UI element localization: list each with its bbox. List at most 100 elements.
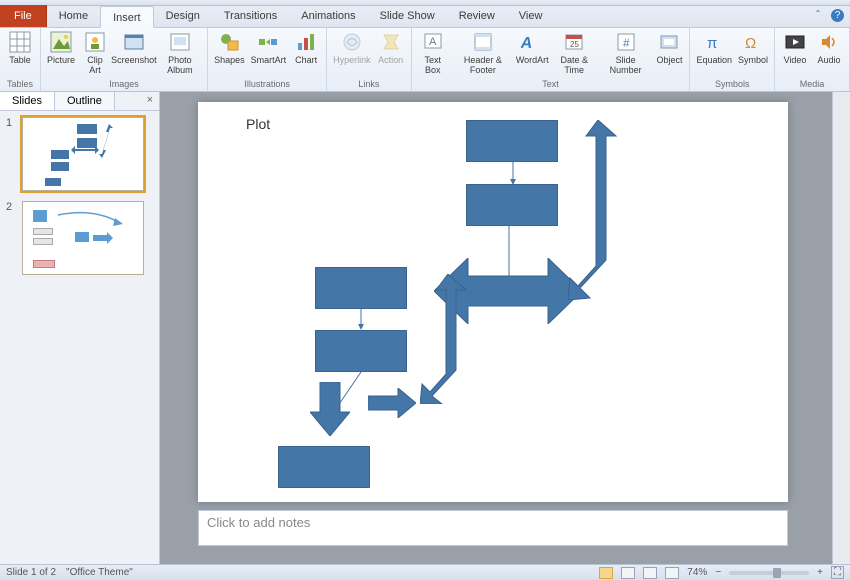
shape-bent-arrow[interactable]	[420, 274, 476, 404]
tab-insert[interactable]: Insert	[100, 6, 154, 28]
tab-home[interactable]: Home	[47, 5, 100, 27]
video-button[interactable]: Video	[781, 30, 809, 65]
ribbon-label: Action	[378, 55, 403, 65]
tab-view[interactable]: View	[507, 5, 555, 27]
smartart-icon	[256, 30, 280, 54]
connector-line[interactable]	[510, 162, 516, 186]
ribbon-label: Header & Footer	[454, 55, 512, 75]
object-button[interactable]: Object	[655, 30, 683, 65]
textbox-icon: A	[421, 30, 445, 54]
group-label: Tables	[6, 79, 34, 90]
shapes-icon	[217, 30, 241, 54]
minimize-ribbon-icon[interactable]: ˆ	[811, 8, 825, 22]
ribbon-label: Table	[9, 55, 31, 65]
screenshot-button[interactable]: Screenshot	[115, 30, 153, 65]
group-tables: Table Tables	[0, 28, 41, 91]
panel-tab-slides[interactable]: Slides	[0, 92, 55, 110]
group-illustrations: Shapes SmartArt Chart Illustrations	[208, 28, 327, 91]
slide-thumbnail-2[interactable]	[22, 201, 144, 275]
symbol-icon: Ω	[741, 30, 765, 54]
tab-review[interactable]: Review	[447, 5, 507, 27]
shape-rect[interactable]	[315, 267, 407, 309]
ribbon: Table Tables Picture Clip Art Screenshot…	[0, 28, 850, 92]
shape-rect[interactable]	[315, 330, 407, 372]
ribbon-tabs: File Home Insert Design Transitions Anim…	[0, 6, 850, 28]
notes-pane[interactable]: Click to add notes	[198, 510, 788, 546]
hyperlink-icon	[340, 30, 364, 54]
wordart-button[interactable]: AWordArt	[518, 30, 547, 65]
shape-rect[interactable]	[466, 184, 558, 226]
panel-tab-outline[interactable]: Outline	[55, 92, 115, 110]
ribbon-label: SmartArt	[251, 55, 287, 65]
shape-rect[interactable]	[278, 446, 370, 488]
panel-close-button[interactable]: ×	[141, 92, 159, 110]
equation-button[interactable]: π Equation	[696, 30, 732, 65]
chart-button[interactable]: Chart	[292, 30, 320, 65]
fit-button[interactable]: ⛶	[831, 566, 844, 579]
tab-transitions[interactable]: Transitions	[212, 5, 289, 27]
zoom-out-button[interactable]: −	[715, 567, 721, 578]
audio-button[interactable]: Audio	[815, 30, 843, 65]
slide-title[interactable]: Plot	[246, 116, 270, 132]
slide-canvas[interactable]: Plot	[198, 102, 788, 502]
shapes-button[interactable]: Shapes	[214, 30, 245, 65]
tab-slideshow[interactable]: Slide Show	[368, 5, 447, 27]
svg-text:Ω: Ω	[745, 35, 756, 52]
svg-text:π: π	[707, 35, 717, 52]
table-button[interactable]: Table	[6, 30, 34, 65]
symbol-button[interactable]: ΩSymbol	[738, 30, 768, 65]
vertical-scrollbar[interactable]	[832, 92, 850, 564]
zoom-slider[interactable]	[729, 571, 809, 575]
svg-text:A: A	[429, 36, 437, 48]
audio-icon	[817, 30, 841, 54]
thumbnail-row[interactable]: 1	[6, 117, 153, 191]
wordart-icon: A	[520, 30, 544, 54]
group-label: Links	[333, 79, 405, 90]
tab-design[interactable]: Design	[154, 5, 212, 27]
slide-thumbnail-1[interactable]	[22, 117, 144, 191]
ribbon-label: Clip Art	[81, 55, 109, 75]
connector-line[interactable]	[358, 309, 364, 331]
textbox-button[interactable]: A Text Box	[418, 30, 448, 75]
slide-editor[interactable]: Plot Click to add notes	[160, 92, 832, 564]
slidenumber-icon: #	[614, 30, 638, 54]
shape-down-arrow[interactable]	[310, 382, 350, 436]
status-theme: "Office Theme"	[66, 567, 133, 578]
datetime-button[interactable]: 25Date & Time	[553, 30, 596, 75]
table-icon	[8, 30, 32, 54]
photoalbum-button[interactable]: Photo Album	[159, 30, 201, 75]
reading-view-button[interactable]	[643, 567, 657, 579]
ribbon-label: Chart	[295, 55, 317, 65]
help-icon[interactable]: ?	[831, 9, 844, 22]
sorter-view-button[interactable]	[621, 567, 635, 579]
slidenumber-button[interactable]: #Slide Number	[602, 30, 650, 75]
thumbnail-list: 1 2	[0, 111, 159, 564]
thumb-number: 2	[6, 201, 16, 275]
group-label: Symbols	[696, 79, 768, 90]
slide-panel: Slides Outline × 1 2	[0, 92, 160, 564]
group-media: Video Audio Media	[775, 28, 850, 91]
group-symbols: π Equation ΩSymbol Symbols	[690, 28, 775, 91]
ribbon-label: WordArt	[516, 55, 549, 65]
ribbon-label: Slide Number	[602, 55, 650, 75]
ribbon-label: Screenshot	[111, 55, 157, 65]
ribbon-label: Hyperlink	[333, 55, 371, 65]
picture-button[interactable]: Picture	[47, 30, 75, 65]
normal-view-button[interactable]	[599, 567, 613, 579]
ribbon-label: Shapes	[214, 55, 245, 65]
clipart-button[interactable]: Clip Art	[81, 30, 109, 75]
zoom-value: 74%	[687, 567, 707, 578]
zoom-in-button[interactable]: +	[817, 567, 823, 578]
ribbon-label: Equation	[696, 55, 732, 65]
shape-rect[interactable]	[466, 120, 558, 162]
group-images: Picture Clip Art Screenshot Photo Album …	[41, 28, 208, 91]
shape-right-arrow[interactable]	[368, 388, 416, 418]
ribbon-label: Text Box	[418, 55, 448, 75]
headerfooter-button[interactable]: Header & Footer	[454, 30, 512, 75]
file-tab[interactable]: File	[0, 5, 47, 27]
slideshow-view-button[interactable]	[665, 567, 679, 579]
smartart-button[interactable]: SmartArt	[251, 30, 287, 65]
tab-animations[interactable]: Animations	[289, 5, 367, 27]
shape-bent-arrow[interactable]	[568, 120, 628, 300]
thumbnail-row[interactable]: 2	[6, 201, 153, 275]
